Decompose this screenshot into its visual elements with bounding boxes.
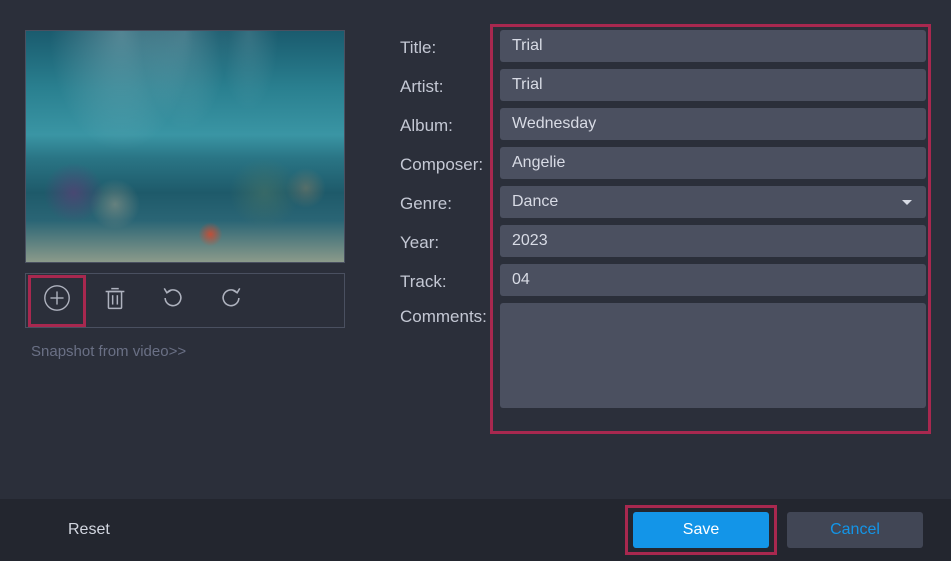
rotate-left-button[interactable]: [144, 276, 202, 326]
genre-select[interactable]: [500, 186, 926, 218]
album-input[interactable]: [500, 108, 926, 140]
comments-textarea[interactable]: [500, 303, 926, 408]
delete-artwork-button[interactable]: [86, 276, 144, 326]
cancel-button[interactable]: Cancel: [787, 512, 923, 548]
save-button[interactable]: Save: [633, 512, 769, 548]
track-label: Track:: [400, 268, 500, 292]
reset-button[interactable]: Reset: [28, 521, 110, 539]
trash-icon: [100, 283, 130, 318]
add-artwork-button[interactable]: [28, 275, 86, 327]
track-input[interactable]: [500, 264, 926, 296]
artwork-toolbar: [25, 273, 345, 328]
genre-label: Genre:: [400, 190, 500, 214]
album-label: Album:: [400, 112, 500, 136]
plus-circle-icon: [42, 283, 72, 318]
artist-label: Artist:: [400, 73, 500, 97]
title-input[interactable]: [500, 30, 926, 62]
save-highlight-outline: Save: [625, 505, 777, 555]
artist-input[interactable]: [500, 69, 926, 101]
album-artwork: [25, 30, 345, 263]
rotate-right-button[interactable]: [202, 276, 260, 326]
snapshot-from-video-link[interactable]: Snapshot from video>>: [25, 343, 345, 360]
comments-label: Comments:: [400, 303, 500, 327]
year-label: Year:: [400, 229, 500, 253]
title-label: Title:: [400, 34, 500, 58]
composer-input[interactable]: [500, 147, 926, 179]
rotate-cw-icon: [217, 284, 245, 317]
footer-bar: Reset Save Cancel: [0, 499, 951, 561]
rotate-ccw-icon: [159, 284, 187, 317]
composer-label: Composer:: [400, 151, 500, 175]
year-input[interactable]: [500, 225, 926, 257]
